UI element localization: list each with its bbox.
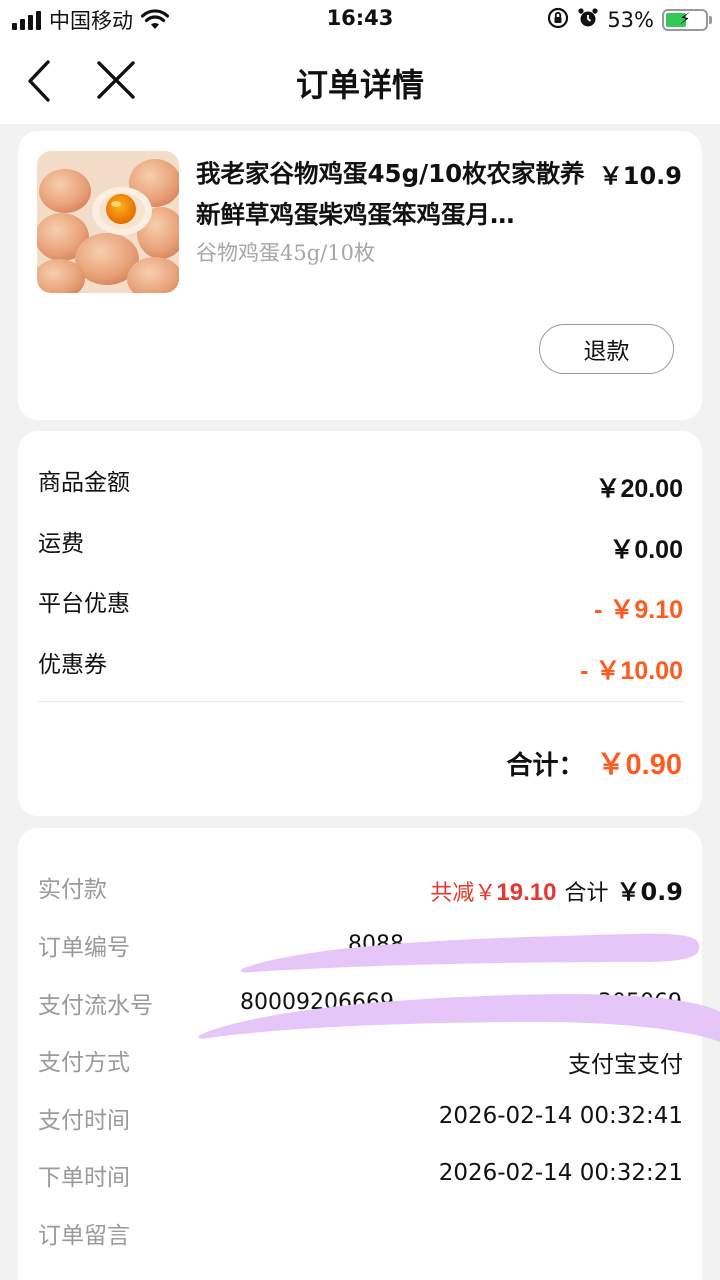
price-row-label: 平台优惠	[38, 591, 130, 617]
total-reduction: 共减￥19.10	[430, 875, 556, 907]
page-title: 订单详情	[295, 66, 424, 104]
info-row-order-time: 下单时间 2026-02-14 00:32:21	[38, 1158, 683, 1198]
order-time-value: 2026-02-14 00:32:21	[438, 1160, 683, 1186]
serial-label: 支付流水号	[38, 993, 153, 1019]
product-title[interactable]: 我老家谷物鸡蛋45g/10枚农家散养新鲜草鸡蛋柴鸡蛋笨鸡蛋月…	[196, 153, 591, 235]
price-row-platform-discount: 平台优惠 - ￥9.10	[38, 584, 683, 624]
pay-time-value: 2026-02-14 00:32:41	[438, 1103, 683, 1129]
orientation-lock-icon	[547, 7, 569, 33]
battery-icon: ⚡	[662, 9, 712, 31]
info-row-paid: 实付款 共减￥19.10 合计 ￥0.9	[38, 870, 683, 910]
paid-sum-value: ￥0.9	[616, 878, 683, 906]
price-row-label: 运费	[38, 531, 84, 557]
nav-bar: 订单详情	[0, 40, 720, 124]
status-right: 53% ⚡	[547, 6, 712, 34]
price-row-value: ￥20.00	[595, 475, 683, 503]
total-amount: 合计： ￥0.90	[507, 741, 682, 783]
serial-value-end[interactable]: 305069	[598, 990, 682, 1015]
paid-label: 实付款	[38, 877, 107, 903]
status-bar: 中国移动 16:43 53% ⚡	[0, 0, 720, 40]
product-spec: 谷物鸡蛋45g/10枚	[196, 241, 375, 265]
product-image[interactable]	[37, 151, 179, 293]
price-row-coupon: 优惠券 - ￥10.00	[38, 645, 683, 685]
charging-bolt-icon: ⚡	[679, 9, 691, 28]
price-row-label: 商品金额	[38, 470, 130, 496]
reduction-prefix: 共减￥	[430, 881, 497, 906]
price-row-shipping: 运费 ￥0.00	[38, 524, 683, 564]
order-info-card: 实付款 共减￥19.10 合计 ￥0.9 订单编号 8088 支付流水号 800…	[18, 828, 702, 1280]
info-row-note: 订单留言	[38, 1216, 683, 1256]
product-price: ￥10.9	[598, 162, 682, 190]
battery-percent: 53%	[607, 8, 654, 32]
price-summary-card: 商品金额 ￥20.00 运费 ￥0.00 平台优惠 - ￥9.10 优惠券 - …	[18, 431, 702, 816]
product-card: 我老家谷物鸡蛋45g/10枚农家散养新鲜草鸡蛋柴鸡蛋笨鸡蛋月… ￥10.9 谷物…	[18, 131, 702, 420]
price-row-goods: 商品金额 ￥20.00	[38, 463, 683, 503]
refund-button[interactable]: 退款	[539, 324, 674, 374]
paid-sum-label: 合计	[564, 881, 609, 906]
note-label: 订单留言	[38, 1223, 130, 1249]
paid-value: 共减￥19.10 合计 ￥0.9	[430, 872, 683, 907]
price-row-value: - ￥9.10	[594, 596, 683, 624]
order-no-label: 订单编号	[38, 935, 130, 961]
divider	[38, 701, 683, 702]
price-row-value: ￥0.00	[609, 536, 683, 564]
price-row-label: 优惠券	[38, 652, 107, 678]
order-time-label: 下单时间	[38, 1165, 130, 1191]
price-row-value: - ￥10.00	[580, 657, 683, 685]
order-no-value[interactable]: 8088	[348, 932, 404, 957]
info-row-pay-method: 支付方式 支付宝支付	[38, 1043, 683, 1083]
pay-method-value: 支付宝支付	[568, 1052, 683, 1078]
total-label: 合计：	[506, 751, 585, 781]
serial-value-start[interactable]: 80009206669	[240, 990, 394, 1015]
pay-time-label: 支付时间	[38, 1108, 130, 1134]
alarm-icon	[577, 7, 599, 33]
reduction-value: 19.10	[496, 879, 557, 906]
info-row-pay-time: 支付时间 2026-02-14 00:32:41	[38, 1101, 683, 1141]
total-value: ￥0.90	[596, 749, 682, 781]
pay-method-label: 支付方式	[38, 1050, 130, 1076]
